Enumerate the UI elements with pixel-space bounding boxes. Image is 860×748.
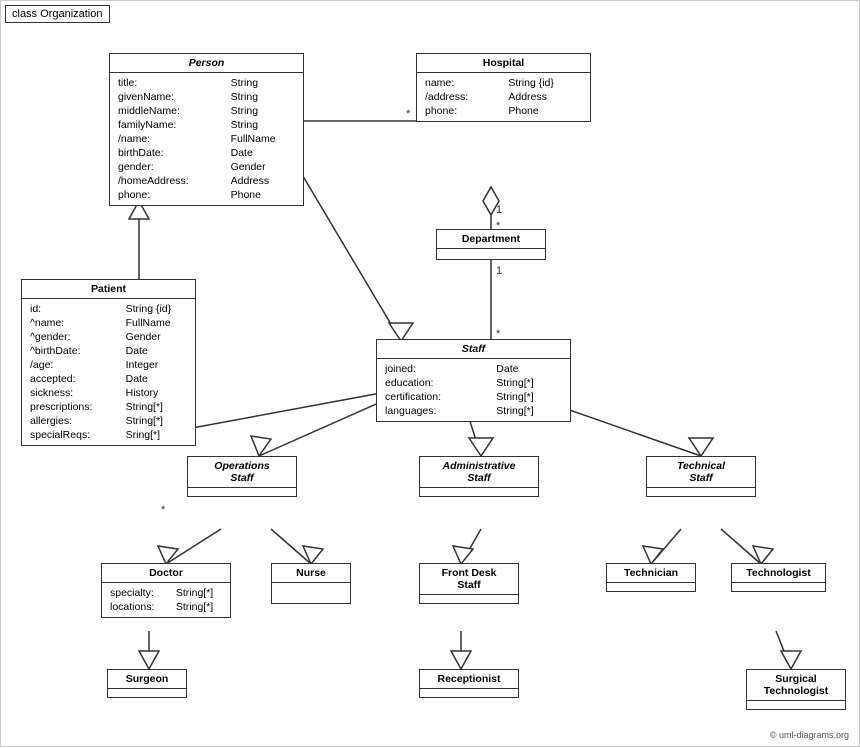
- operations-staff-class: OperationsStaff: [187, 456, 297, 497]
- technical-staff-header: TechnicalStaff: [647, 457, 755, 488]
- nurse-body: [272, 583, 350, 603]
- technologist-body: [732, 583, 825, 591]
- department-class: Department: [436, 229, 546, 260]
- diagram-container: class Organization * * 1 * 1 *: [0, 0, 860, 747]
- front-desk-staff-body: [420, 595, 518, 603]
- surgeon-class: Surgeon: [107, 669, 187, 698]
- staff-body: joined:Date education:String[*] certific…: [377, 359, 570, 421]
- svg-text:1: 1: [496, 265, 502, 277]
- person-class: Person title:String givenName:String mid…: [109, 53, 304, 206]
- surgical-technologist-header: SurgicalTechnologist: [747, 670, 845, 701]
- department-header: Department: [437, 230, 545, 249]
- technician-class: Technician: [606, 563, 696, 592]
- svg-text:*: *: [406, 108, 411, 120]
- svg-text:1: 1: [496, 204, 502, 216]
- surgical-technologist-class: SurgicalTechnologist: [746, 669, 846, 710]
- technical-staff-class: TechnicalStaff: [646, 456, 756, 497]
- technologist-header: Technologist: [732, 564, 825, 583]
- administrative-staff-class: AdministrativeStaff: [419, 456, 539, 497]
- administrative-staff-header: AdministrativeStaff: [420, 457, 538, 488]
- front-desk-staff-header: Front DeskStaff: [420, 564, 518, 595]
- staff-class: Staff joined:Date education:String[*] ce…: [376, 339, 571, 422]
- technical-staff-body: [647, 488, 755, 496]
- nurse-header: Nurse: [272, 564, 350, 583]
- person-body: title:String givenName:String middleName…: [110, 73, 303, 205]
- front-desk-staff-class: Front DeskStaff: [419, 563, 519, 604]
- doctor-class: Doctor specialty:String[*] locations:Str…: [101, 563, 231, 618]
- patient-class: Patient id:String {id} ^name:FullName ^g…: [21, 279, 196, 446]
- doctor-header: Doctor: [102, 564, 230, 583]
- nurse-class: Nurse: [271, 563, 351, 604]
- technologist-class: Technologist: [731, 563, 826, 592]
- receptionist-header: Receptionist: [420, 670, 518, 689]
- patient-header: Patient: [22, 280, 195, 299]
- technician-header: Technician: [607, 564, 695, 583]
- administrative-staff-body: [420, 488, 538, 496]
- receptionist-body: [420, 689, 518, 697]
- receptionist-class: Receptionist: [419, 669, 519, 698]
- operations-staff-header: OperationsStaff: [188, 457, 296, 488]
- technician-body: [607, 583, 695, 591]
- doctor-body: specialty:String[*] locations:String[*]: [102, 583, 230, 617]
- patient-body: id:String {id} ^name:FullName ^gender:Ge…: [22, 299, 195, 445]
- surgeon-header: Surgeon: [108, 670, 186, 689]
- hospital-header: Hospital: [417, 54, 590, 73]
- person-header: Person: [110, 54, 303, 73]
- svg-text:*: *: [161, 504, 166, 516]
- surgical-technologist-body: [747, 701, 845, 709]
- hospital-body: name:String {id} /address:Address phone:…: [417, 73, 590, 121]
- surgeon-body: [108, 689, 186, 697]
- operations-staff-body: [188, 488, 296, 496]
- hospital-class: Hospital name:String {id} /address:Addre…: [416, 53, 591, 122]
- copyright: © uml-diagrams.org: [770, 730, 849, 740]
- department-body: [437, 249, 545, 259]
- diagram-title: class Organization: [5, 5, 110, 23]
- staff-header: Staff: [377, 340, 570, 359]
